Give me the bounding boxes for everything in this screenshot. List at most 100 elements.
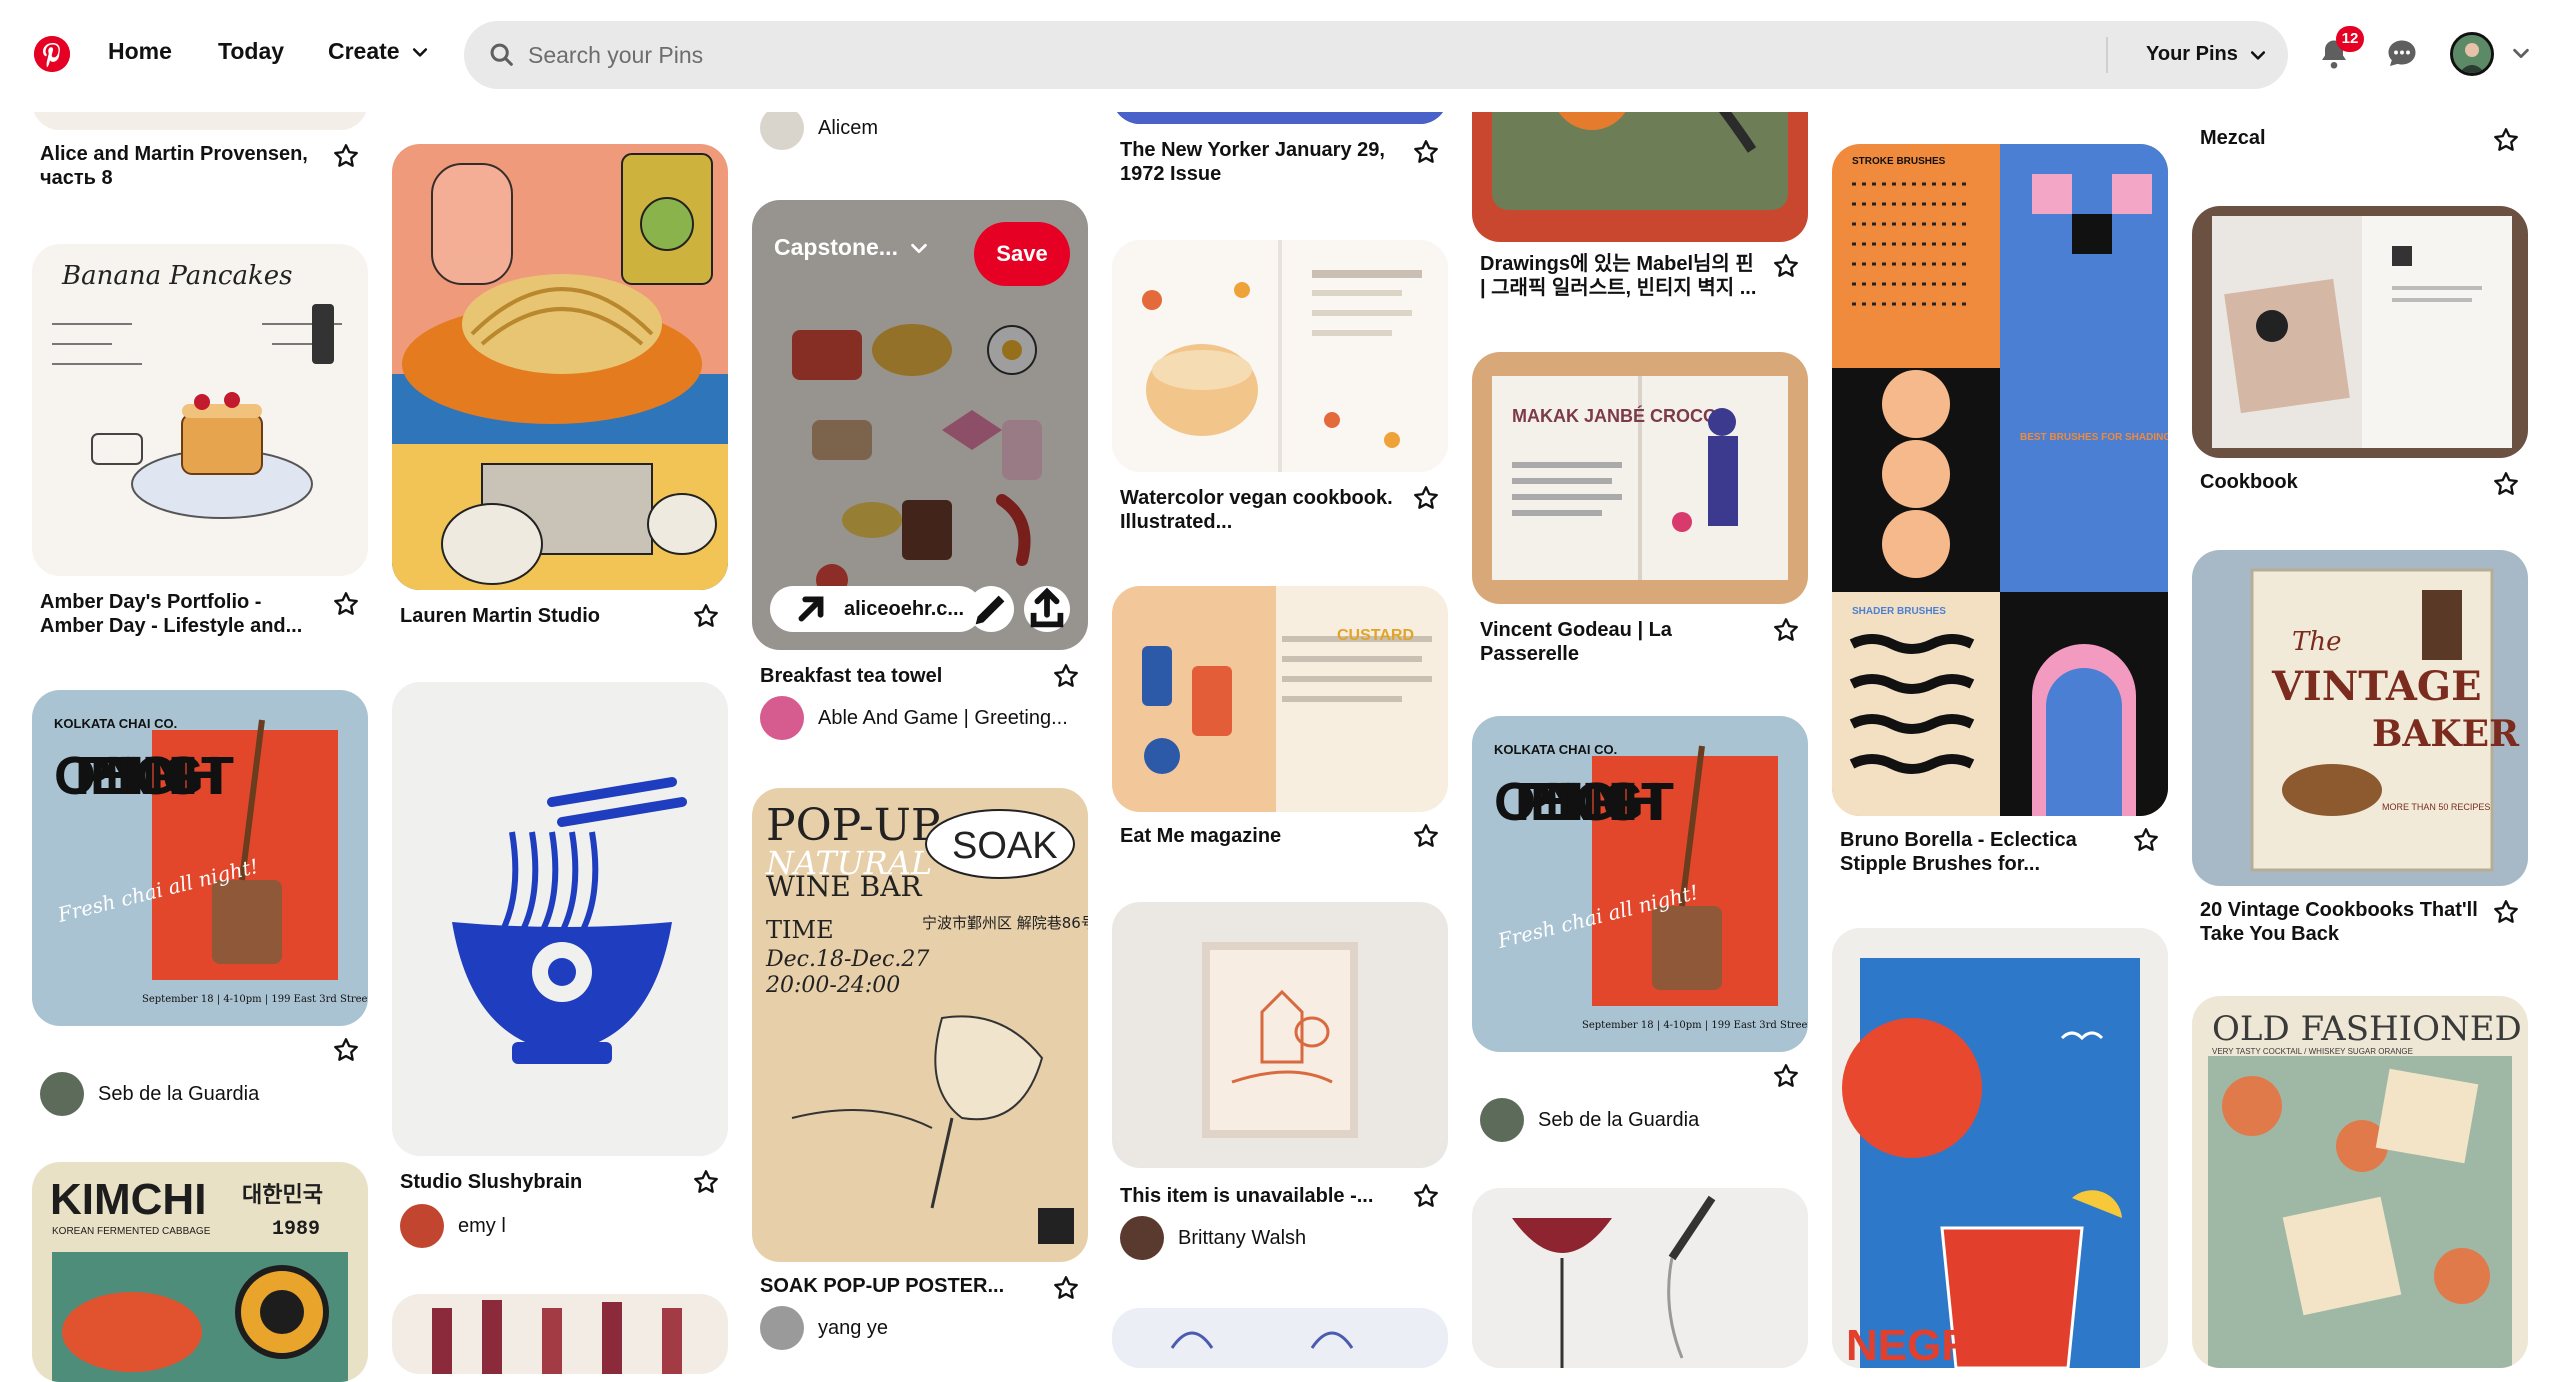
svg-text:OPENING NIGHT: OPENING NIGHT [54, 746, 234, 806]
pin-title[interactable]: Amber Day's Portfolio - Amber Day - Life… [40, 590, 322, 638]
nav-create-label: Create [328, 38, 400, 64]
star-icon[interactable] [692, 1168, 720, 1196]
star-icon[interactable] [1772, 1062, 1800, 1090]
pin-owner[interactable]: Seb de la Guardia [40, 1072, 259, 1116]
arrow-up-right-icon [798, 596, 824, 622]
pin-title[interactable]: 20 Vintage Cookbooks That'll Take You Ba… [2200, 898, 2482, 946]
edit-button[interactable] [968, 586, 1014, 632]
pin-image[interactable]: KOLKATA CHAI CO. OPENING NIGHT Fresh cha… [1472, 716, 1808, 1052]
pin-image[interactable]: KIMCHI 대한민국 KOREAN FERMENTED CABBAGE 198… [32, 1162, 368, 1382]
pin-image[interactable]: Capstone... Save aliceoehr.c... [752, 200, 1088, 650]
top-navigation-bar: Home Today Create Your Pins 12 [0, 0, 2560, 112]
svg-text:VINTAGE: VINTAGE [2271, 663, 2482, 710]
star-icon[interactable] [692, 602, 720, 630]
pin-title[interactable]: SOAK POP-UP POSTER... [760, 1274, 1042, 1298]
search-input[interactable] [520, 21, 2040, 89]
share-icon [1030, 587, 1064, 628]
nav-home[interactable]: Home [108, 38, 172, 65]
star-icon[interactable] [1412, 138, 1440, 166]
pin-owner[interactable]: yang ye [760, 1306, 888, 1350]
pin-image[interactable] [1112, 240, 1448, 472]
chat-icon[interactable] [2384, 36, 2420, 72]
svg-text:OPENING NIGHT: OPENING NIGHT [1494, 772, 1674, 832]
pin-owner[interactable]: Able And Game | Greeting... [760, 696, 1068, 740]
pin-image[interactable]: The VINTAGE BAKER MORE THAN 50 RECIPES [2192, 550, 2528, 886]
pin-owner[interactable]: Brittany Walsh [1120, 1216, 1306, 1260]
board-select[interactable]: Capstone... [774, 234, 930, 261]
svg-text:BAKER: BAKER [2372, 713, 2520, 755]
svg-text:20:00-24:00: 20:00-24:00 [765, 973, 900, 998]
pin-image[interactable] [2192, 206, 2528, 458]
star-icon[interactable] [1772, 616, 1800, 644]
avatar [400, 1204, 444, 1248]
pin-image[interactable]: MAKAK JANBÉ CROCO [1472, 352, 1808, 604]
star-icon[interactable] [1412, 822, 1440, 850]
nav-today[interactable]: Today [218, 38, 284, 65]
owner-name: Alicem [818, 116, 879, 139]
your-pins-filter[interactable]: Your Pins [2146, 43, 2268, 66]
profile-avatar[interactable] [2450, 32, 2494, 76]
svg-text:KOLKATA CHAI CO.: KOLKATA CHAI CO. [54, 716, 177, 731]
star-icon[interactable] [2492, 126, 2520, 154]
pin-title[interactable]: Watercolor vegan cookbook. Illustrated..… [1120, 486, 1402, 534]
pin-image[interactable] [1472, 1188, 1808, 1368]
pin-image[interactable]: POP-UP NATURAL WINE BAR SOAK TIME Dec.18… [752, 788, 1088, 1262]
star-icon[interactable] [2492, 898, 2520, 926]
svg-text:KIMCHI: KIMCHI [50, 1175, 206, 1224]
pin-title[interactable]: Mezcal [2200, 126, 2482, 150]
pin-title[interactable]: Vincent Godeau | La Passerelle [1480, 618, 1762, 666]
pin-title[interactable]: Drawings에 있는 Mabel님의 핀 | 그래픽 일러스트, 빈티지 벽… [1480, 252, 1762, 300]
pin-title[interactable]: Studio Slushybrain [400, 1170, 682, 1194]
pin-image[interactable]: STROKE BRUSHES BEST BRUSHES FOR SHADING … [1832, 144, 2168, 816]
pin-image[interactable] [1112, 902, 1448, 1168]
source-link[interactable]: aliceoehr.c... [770, 586, 983, 632]
pin-grid: Alice and Martin Provensen, часть 8 Bana… [0, 0, 2560, 1382]
pin-image[interactable] [392, 1294, 728, 1374]
pin-title[interactable]: The New Yorker January 29, 1972 Issue [1120, 138, 1402, 186]
star-icon[interactable] [1052, 1274, 1080, 1302]
svg-text:KOLKATA CHAI CO.: KOLKATA CHAI CO. [1494, 742, 1617, 757]
pin-image[interactable]: KOLKATA CHAI CO. OPENING NIGHT Fresh cha… [32, 690, 368, 1026]
star-icon[interactable] [1772, 252, 1800, 280]
owner-name: Able And Game | Greeting... [818, 706, 1068, 729]
pin-title[interactable]: Lauren Martin Studio [400, 604, 682, 628]
svg-text:MORE THAN 50 RECIPES: MORE THAN 50 RECIPES [2382, 802, 2490, 812]
star-icon[interactable] [2492, 470, 2520, 498]
pin-image[interactable]: OLD FASHIONED VERY TASTY COCKTAIL / WHIS… [2192, 996, 2528, 1368]
search-divider [2106, 37, 2108, 73]
pin-owner[interactable]: emy l [400, 1204, 506, 1248]
svg-text:September 18 | 4-10pm | 199 Ea: September 18 | 4-10pm | 199 East 3rd Str… [142, 994, 368, 1005]
pin-image[interactable]: CUSTARD [1112, 586, 1448, 812]
pinterest-logo-icon[interactable] [34, 36, 70, 72]
svg-text:Banana Pancakes: Banana Pancakes [61, 261, 292, 291]
pin-image[interactable]: Banana Pancakes [32, 244, 368, 576]
share-button[interactable] [1024, 586, 1070, 632]
pin-title[interactable]: This item is unavailable -... [1120, 1184, 1402, 1208]
pin-image[interactable] [1112, 1308, 1448, 1368]
pin-title[interactable]: Alice and Martin Provensen, часть 8 [40, 142, 322, 190]
pin-owner[interactable]: Alicem [760, 106, 878, 150]
star-icon[interactable] [332, 1036, 360, 1064]
search-bar[interactable]: Your Pins [464, 21, 2288, 89]
nav-create-dropdown[interactable]: Create [328, 38, 430, 65]
save-button[interactable]: Save [974, 222, 1070, 286]
pin-image[interactable] [392, 682, 728, 1156]
star-icon[interactable] [1052, 662, 1080, 690]
svg-text:STROKE BRUSHES: STROKE BRUSHES [1852, 156, 1946, 167]
avatar [40, 1072, 84, 1116]
board-select-label: Capstone... [774, 234, 898, 260]
pin-title[interactable]: Bruno Borella - Eclectica Stipple Brushe… [1840, 828, 2122, 876]
pin-title[interactable]: Cookbook [2200, 470, 2482, 494]
pin-image[interactable] [392, 144, 728, 590]
pin-owner[interactable]: Seb de la Guardia [1480, 1098, 1699, 1142]
pin-image[interactable]: NEGRONI [1832, 928, 2168, 1368]
star-icon[interactable] [2132, 826, 2160, 854]
star-icon[interactable] [1412, 484, 1440, 512]
pin-title[interactable]: Breakfast tea towel [760, 664, 1042, 688]
star-icon[interactable] [1412, 1182, 1440, 1210]
star-icon[interactable] [332, 590, 360, 618]
pin-title[interactable]: Eat Me magazine [1120, 824, 1402, 848]
svg-text:September 18 | 4-10pm | 199 Ea: September 18 | 4-10pm | 199 East 3rd Str… [1582, 1020, 1808, 1031]
star-icon[interactable] [332, 142, 360, 170]
chevron-down-icon[interactable] [2510, 42, 2532, 64]
